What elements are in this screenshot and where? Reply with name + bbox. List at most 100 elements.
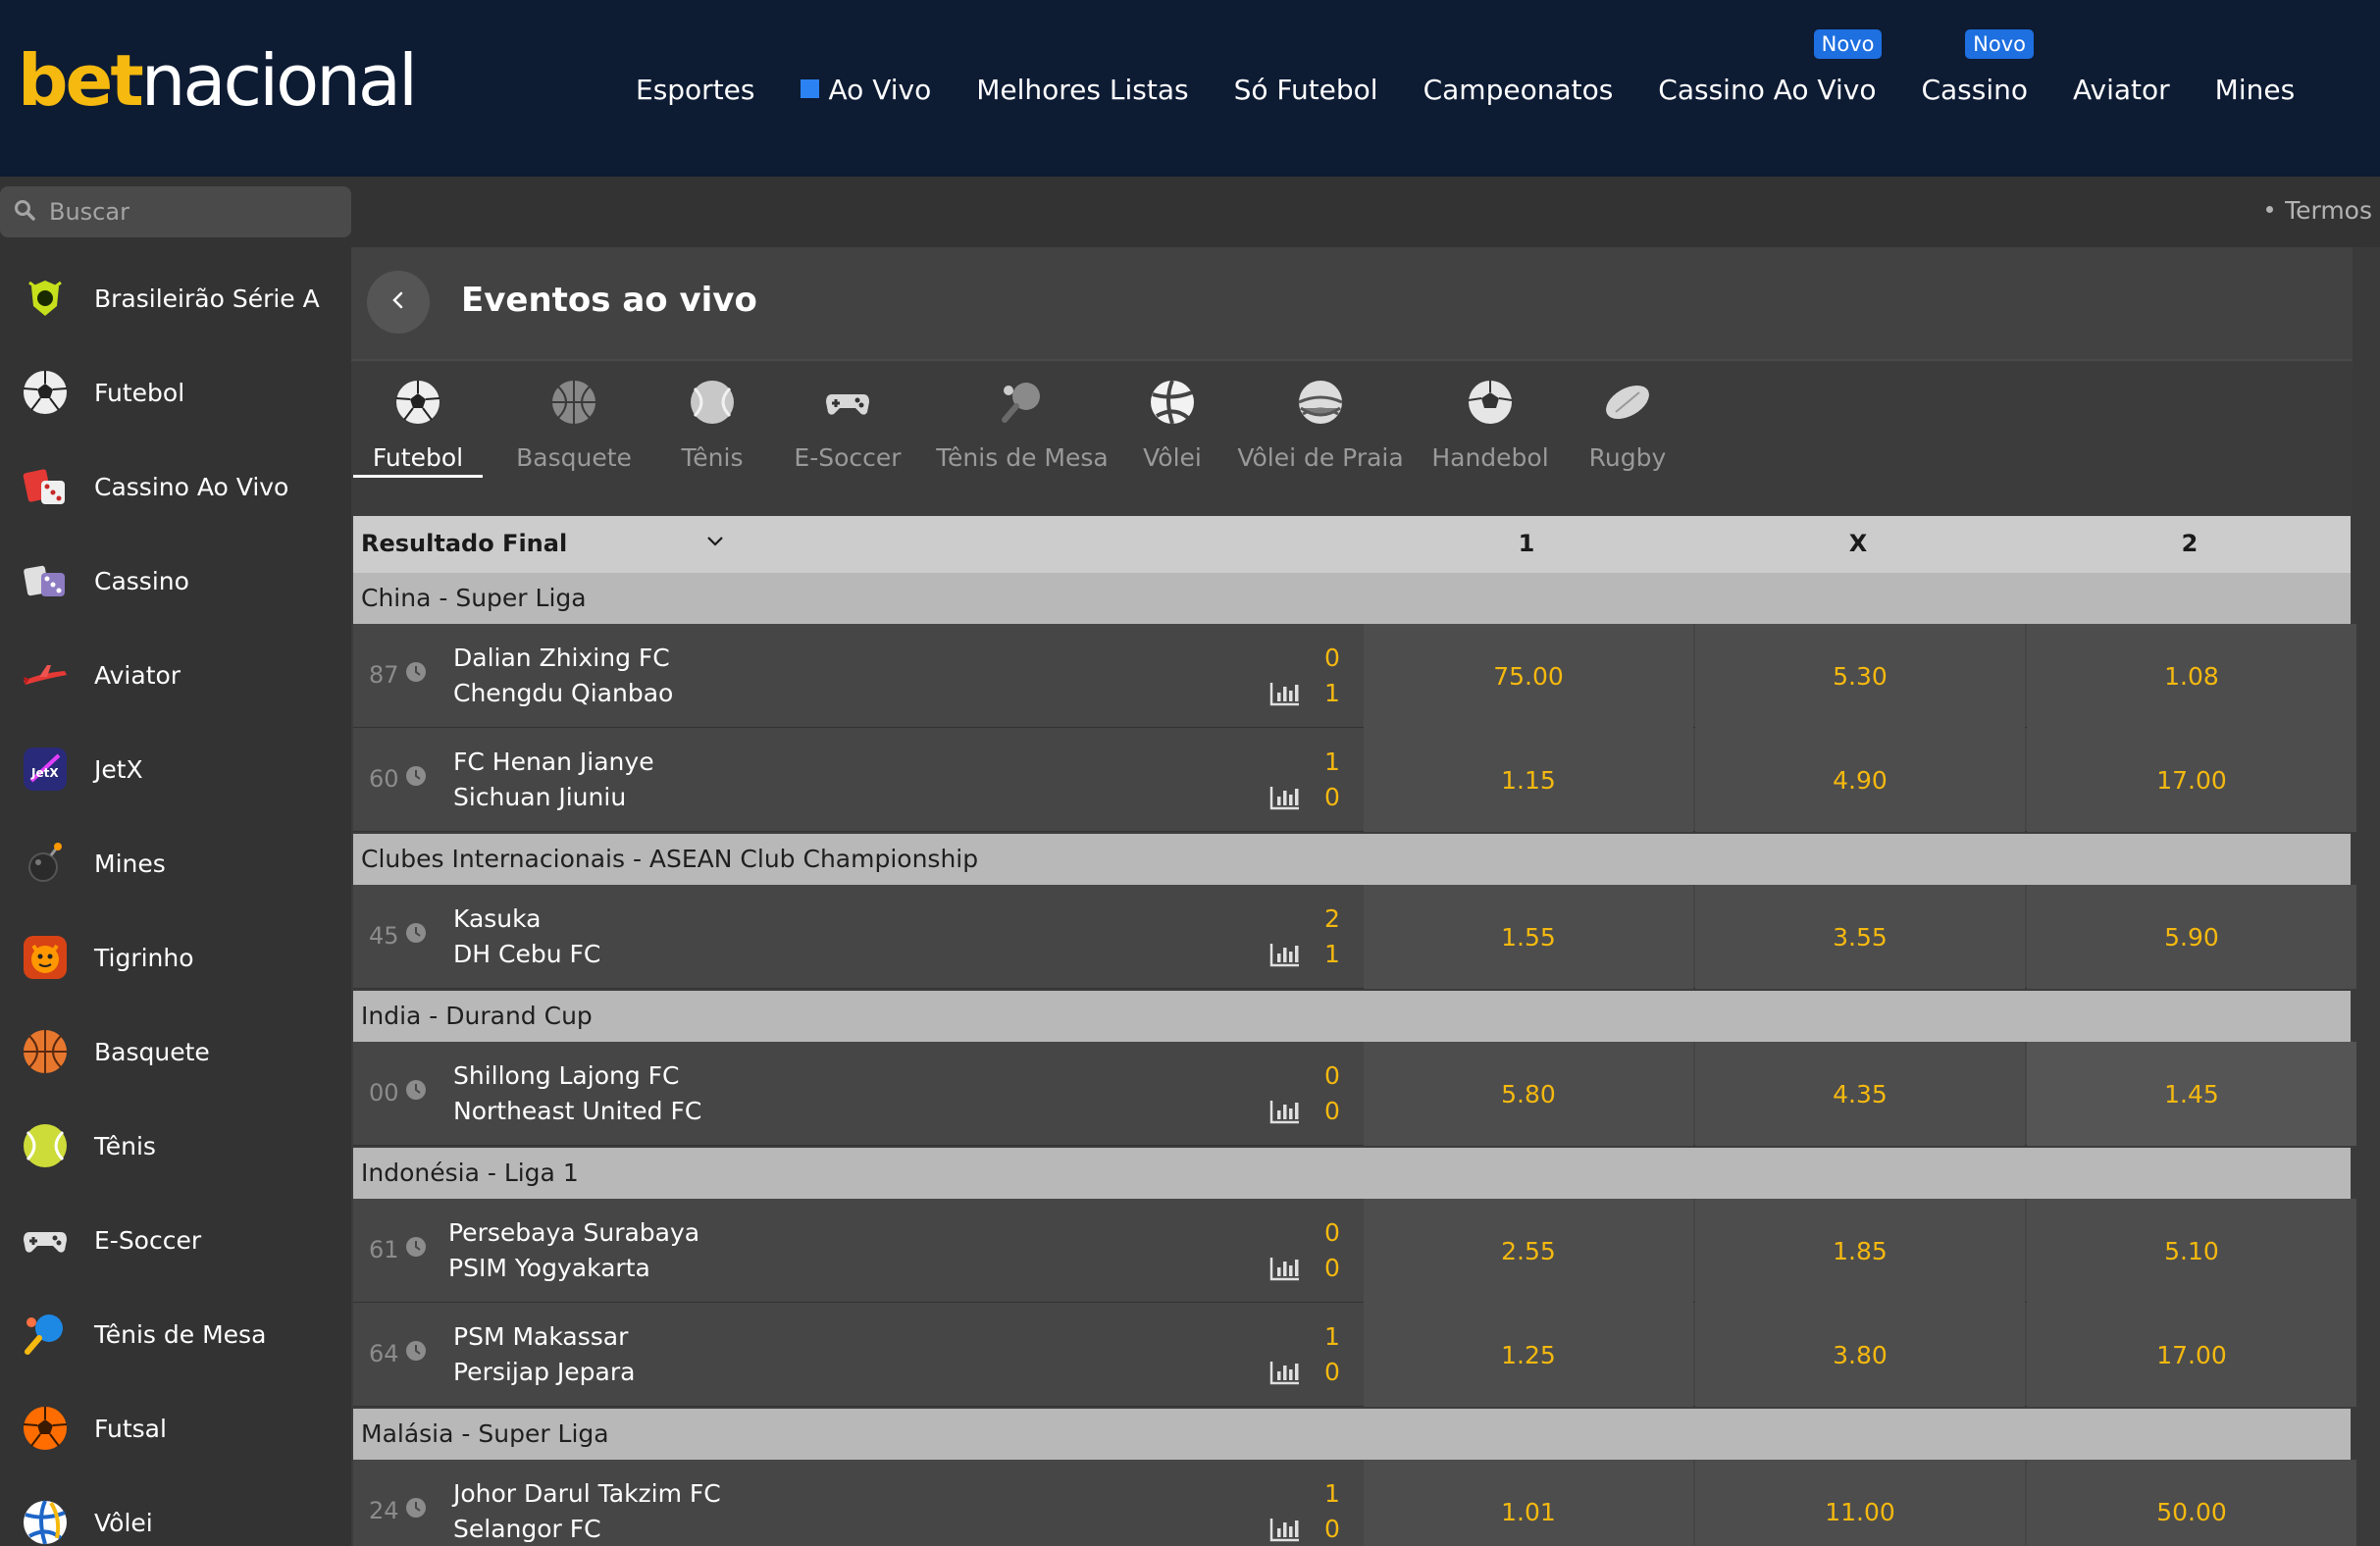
tab-tenis[interactable]: Tênis bbox=[663, 361, 761, 518]
betnacional-logo[interactable]: betnacional bbox=[18, 41, 418, 120]
odd-draw-button[interactable]: 4.35 bbox=[1695, 1042, 2025, 1146]
league-header[interactable]: Indonésia - Liga 1 bbox=[353, 1148, 2351, 1199]
stats-icon[interactable] bbox=[1269, 942, 1301, 971]
odd-away-button[interactable]: 5.90 bbox=[2027, 885, 2356, 989]
odd-draw-button[interactable]: 11.00 bbox=[1695, 1460, 2025, 1546]
tab-tenis-de-mesa[interactable]: Tênis de Mesa bbox=[934, 361, 1111, 518]
nav-so-futebol[interactable]: Só Futebol bbox=[1234, 74, 1378, 106]
match-row[interactable]: 60 FC Henan Jianye Sichuan Jiuniu 1 0 1.… bbox=[353, 728, 2356, 832]
away-score: 0 bbox=[1324, 1254, 1340, 1282]
tab-futebol[interactable]: Futebol bbox=[353, 361, 483, 518]
brasileirao-icon bbox=[20, 273, 71, 324]
sidebar-item-tenis-de-mesa[interactable]: Tênis de Mesa bbox=[0, 1295, 351, 1373]
back-button[interactable] bbox=[367, 271, 430, 334]
sidebar-item-e-soccer[interactable]: E-Soccer bbox=[0, 1201, 351, 1279]
clock-icon bbox=[405, 1079, 427, 1107]
sidebar-item-tenis[interactable]: Tênis bbox=[0, 1107, 351, 1185]
casino-icon bbox=[20, 555, 71, 606]
airplane-icon bbox=[20, 649, 71, 700]
basketball-icon bbox=[546, 375, 601, 430]
live-casino-icon bbox=[20, 461, 71, 512]
sidebar-item-tigrinho[interactable]: Tigrinho bbox=[0, 918, 351, 997]
nav-ao-vivo[interactable]: Ao Vivo bbox=[800, 74, 931, 106]
main-content: Eventos ao vivo Futebol Basquete Tênis E… bbox=[351, 247, 2356, 1546]
home-score: 1 bbox=[1324, 747, 1340, 776]
match-row[interactable]: 87 Dalian Zhixing FC Chengdu Qianbao 0 1… bbox=[353, 624, 2356, 728]
sidebar-item-cassino-ao-vivo[interactable]: Cassino Ao Vivo bbox=[0, 447, 351, 526]
sidebar-item-mines[interactable]: Mines bbox=[0, 824, 351, 902]
search-input[interactable] bbox=[49, 198, 334, 226]
odd-away-button[interactable]: 17.00 bbox=[2027, 728, 2356, 832]
odd-home-button[interactable]: 75.00 bbox=[1364, 624, 1693, 728]
sidebar-item-jetx[interactable]: JetX JetX bbox=[0, 730, 351, 808]
sidebar-item-futsal[interactable]: Futsal bbox=[0, 1389, 351, 1468]
clock-icon bbox=[405, 1340, 427, 1367]
odd-away-button[interactable]: 5.10 bbox=[2027, 1199, 2356, 1303]
nav-melhores-listas[interactable]: Melhores Listas bbox=[976, 74, 1188, 106]
active-tab-indicator bbox=[353, 475, 483, 478]
tab-basquete[interactable]: Basquete bbox=[502, 361, 646, 518]
odd-draw-button[interactable]: 4.90 bbox=[1695, 728, 2025, 832]
match-row[interactable]: 61 Persebaya Surabaya PSIM Yogyakarta 0 … bbox=[353, 1199, 2356, 1303]
chevron-down-icon[interactable] bbox=[704, 530, 726, 555]
header: betnacional Esportes Ao Vivo Melhores Li… bbox=[0, 0, 2380, 177]
odd-home-button[interactable]: 1.15 bbox=[1364, 728, 1693, 832]
odd-home-button[interactable]: 2.55 bbox=[1364, 1199, 1693, 1303]
nav-cassino[interactable]: Cassino Novo bbox=[1921, 28, 2034, 106]
home-team: PSM Makassar bbox=[453, 1322, 629, 1351]
home-team: FC Henan Jianye bbox=[453, 747, 654, 776]
sidebar-item-brasileirao[interactable]: Brasileirão Série A bbox=[0, 259, 351, 337]
league-header[interactable]: India - Durand Cup bbox=[353, 991, 2351, 1042]
odd-away-button[interactable]: 17.00 bbox=[2027, 1303, 2356, 1407]
stats-icon[interactable] bbox=[1269, 1517, 1301, 1546]
match-row[interactable]: 00 Shillong Lajong FC Northeast United F… bbox=[353, 1042, 2356, 1146]
nav-campeonatos[interactable]: Campeonatos bbox=[1423, 74, 1614, 106]
odd-draw-button[interactable]: 5.30 bbox=[1695, 624, 2025, 728]
odd-draw-button[interactable]: 3.80 bbox=[1695, 1303, 2025, 1407]
nav-esportes[interactable]: Esportes bbox=[636, 74, 755, 106]
sidebar-item-cassino[interactable]: Cassino bbox=[0, 541, 351, 620]
odd-away-button[interactable]: 50.00 bbox=[2027, 1460, 2356, 1546]
match-row[interactable]: 24 Johor Darul Takzim FC Selangor FC 1 0… bbox=[353, 1460, 2356, 1546]
sidebar-item-volei[interactable]: Vôlei bbox=[0, 1483, 351, 1546]
nav-aviator[interactable]: Aviator bbox=[2073, 74, 2170, 106]
tab-volei-de-praia[interactable]: Vôlei de Praia bbox=[1234, 361, 1407, 518]
odd-home-button[interactable]: 1.55 bbox=[1364, 885, 1693, 989]
odd-away-button[interactable]: 1.08 bbox=[2027, 624, 2356, 728]
match-minute: 64 bbox=[369, 1340, 427, 1367]
league-header[interactable]: Clubes Internacionais - ASEAN Club Champ… bbox=[353, 834, 2351, 885]
home-team: Shillong Lajong FC bbox=[453, 1061, 680, 1090]
search-box[interactable] bbox=[0, 186, 351, 237]
odd-draw-button[interactable]: 1.85 bbox=[1695, 1199, 2025, 1303]
league-header[interactable]: China - Super Liga bbox=[353, 573, 2351, 624]
stats-icon[interactable] bbox=[1269, 1360, 1301, 1389]
tab-rugby[interactable]: Rugby bbox=[1574, 361, 1682, 518]
terms-link[interactable]: Termos bbox=[2266, 196, 2372, 225]
home-score: 0 bbox=[1324, 644, 1340, 672]
stats-icon[interactable] bbox=[1269, 785, 1301, 814]
odd-home-button[interactable]: 5.80 bbox=[1364, 1042, 1693, 1146]
odd-home-button[interactable]: 1.01 bbox=[1364, 1460, 1693, 1546]
sidebar-item-basquete[interactable]: Basquete bbox=[0, 1012, 351, 1091]
stats-icon[interactable] bbox=[1269, 1099, 1301, 1128]
odd-home-button[interactable]: 1.25 bbox=[1364, 1303, 1693, 1407]
odd-draw-button[interactable]: 3.55 bbox=[1695, 885, 2025, 989]
match-row[interactable]: 45 Kasuka DH Cebu FC 2 1 1.55 3.55 5.90 bbox=[353, 885, 2356, 989]
new-badge: Novo bbox=[1813, 28, 1883, 59]
sidebar-item-aviator[interactable]: Aviator bbox=[0, 636, 351, 714]
nav-cassino-ao-vivo[interactable]: Cassino Ao Vivo Novo bbox=[1658, 28, 1883, 106]
beach-volleyball-icon bbox=[1293, 375, 1348, 430]
stats-icon[interactable] bbox=[1269, 1256, 1301, 1285]
tab-e-soccer[interactable]: E-Soccer bbox=[779, 361, 916, 518]
league-header[interactable]: Malásia - Super Liga bbox=[353, 1409, 2351, 1460]
stats-icon[interactable] bbox=[1269, 681, 1301, 710]
nav-mines[interactable]: Mines bbox=[2215, 74, 2296, 106]
match-row[interactable]: 64 PSM Makassar Persijap Jepara 1 0 1.25… bbox=[353, 1303, 2356, 1407]
away-score: 1 bbox=[1324, 679, 1340, 707]
tab-handebol[interactable]: Handebol bbox=[1424, 361, 1556, 518]
tab-volei[interactable]: Vôlei bbox=[1128, 361, 1216, 518]
sidebar-item-futebol[interactable]: Futebol bbox=[0, 353, 351, 432]
odd-away-button[interactable]: 1.45 bbox=[2027, 1042, 2356, 1146]
market-select[interactable]: Resultado Final bbox=[361, 530, 567, 557]
home-team: Persebaya Surabaya bbox=[448, 1218, 700, 1247]
